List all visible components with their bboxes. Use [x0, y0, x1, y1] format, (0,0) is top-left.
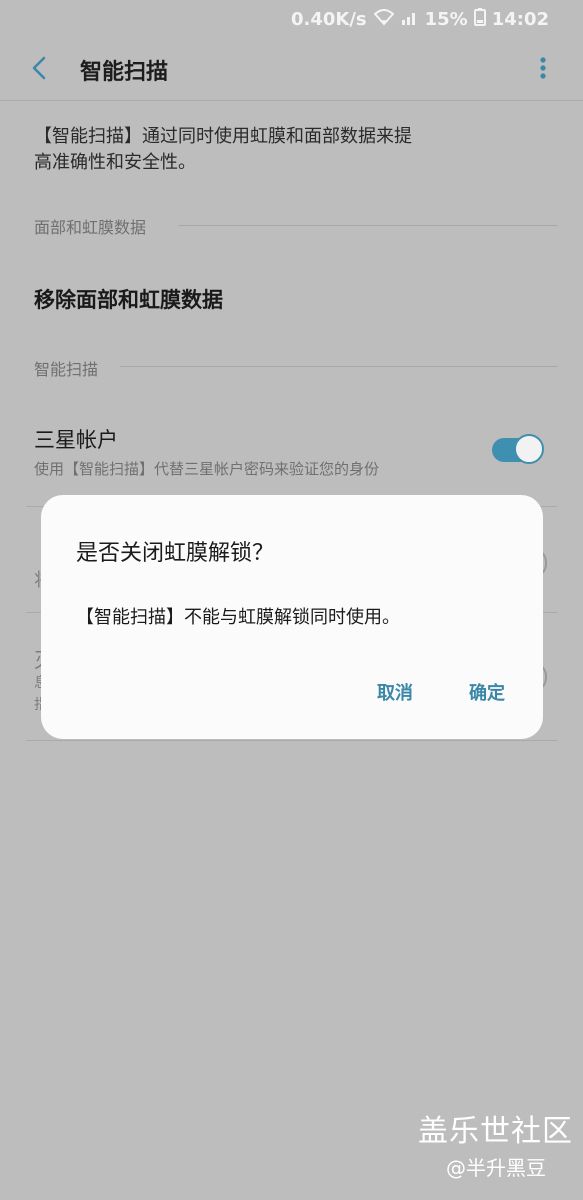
watermark-user: @半升黑豆	[446, 1156, 546, 1180]
clock: 14:02	[491, 9, 549, 30]
confirm-button[interactable]: 确定	[469, 679, 505, 705]
more-vert-icon[interactable]	[533, 54, 553, 82]
description-line-1: 【智能扫描】通过同时使用虹膜和面部数据来提	[34, 126, 412, 147]
wifi-icon	[373, 8, 395, 31]
samsung-account-subtitle: 使用【智能扫描】代替三星帐户密码来验证您的身份	[34, 460, 380, 478]
section-header-smart-scan: 智能扫描	[34, 360, 99, 379]
confirm-dialog: 是否关闭虹膜解锁？ 【智能扫描】不能与虹膜解锁同时使用。 取消 确定	[41, 495, 543, 739]
description-line-2: 高准确性和安全性。	[34, 152, 196, 173]
status-bar: 0.40K/s 15% 14:02	[0, 0, 583, 38]
page-title: 智能扫描	[80, 60, 169, 85]
network-speed: 0.40K/s	[290, 9, 367, 30]
feature-description: 【智能扫描】通过同时使用虹膜和面部数据来提 高准确性和安全性。	[34, 124, 554, 176]
samsung-account-toggle[interactable]	[492, 434, 546, 466]
battery-icon	[473, 8, 486, 31]
battery-percent: 15%	[424, 9, 468, 30]
dialog-message: 【智能扫描】不能与虹膜解锁同时使用。	[76, 607, 400, 628]
screen: 0.40K/s 15% 14:02 智能扫描 【智能扫描】通过同时使用虹膜和面部…	[0, 0, 583, 1200]
section-divider	[120, 366, 558, 367]
signal-icon	[401, 8, 419, 31]
section-divider	[178, 225, 558, 226]
status-bar-right: 0.40K/s 15% 14:02	[291, 8, 549, 31]
toggle-thumb	[514, 434, 544, 464]
row-divider	[26, 740, 557, 741]
watermark-community: 盖乐世社区	[418, 1114, 573, 1149]
app-bar-divider	[0, 100, 583, 101]
remove-face-iris-data-item[interactable]: 移除面部和虹膜数据	[34, 284, 223, 314]
chevron-left-icon[interactable]	[26, 54, 54, 82]
samsung-account-title[interactable]: 三星帐户	[34, 424, 118, 454]
cancel-button[interactable]: 取消	[377, 679, 413, 705]
app-bar: 智能扫描	[0, 38, 583, 100]
dialog-title: 是否关闭虹膜解锁？	[76, 541, 275, 566]
section-header-face-iris: 面部和虹膜数据	[34, 218, 147, 237]
